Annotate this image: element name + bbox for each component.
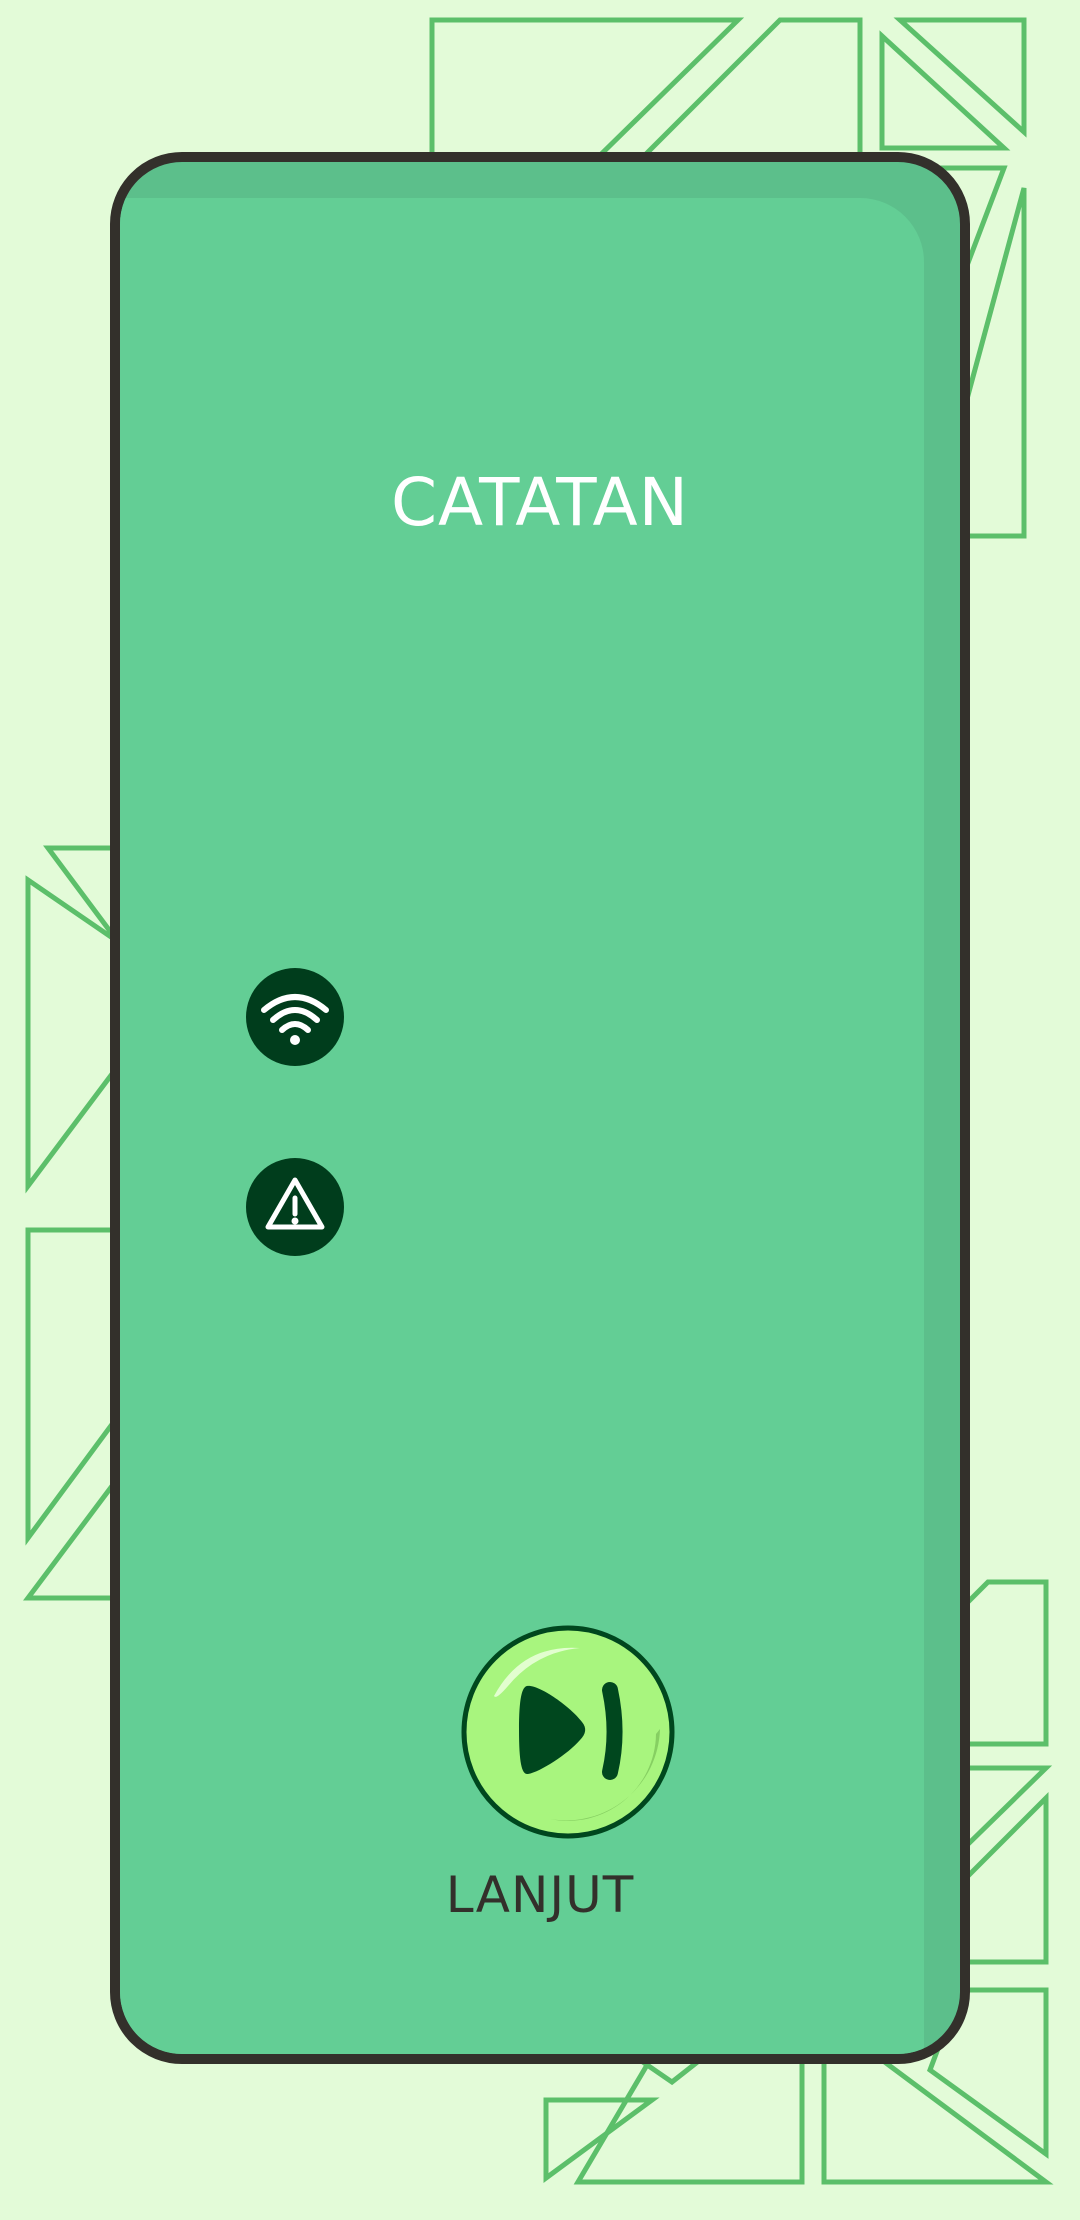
warning-icon: [246, 1158, 344, 1256]
next-button[interactable]: [460, 1624, 676, 1840]
next-button-label: LANJUT: [445, 1866, 635, 1924]
page-title: CATATAN: [390, 464, 690, 541]
note-card: CATATAN LANJUT: [110, 152, 970, 2064]
play-next-icon: [461, 1625, 675, 1839]
wifi-icon: [246, 968, 344, 1066]
